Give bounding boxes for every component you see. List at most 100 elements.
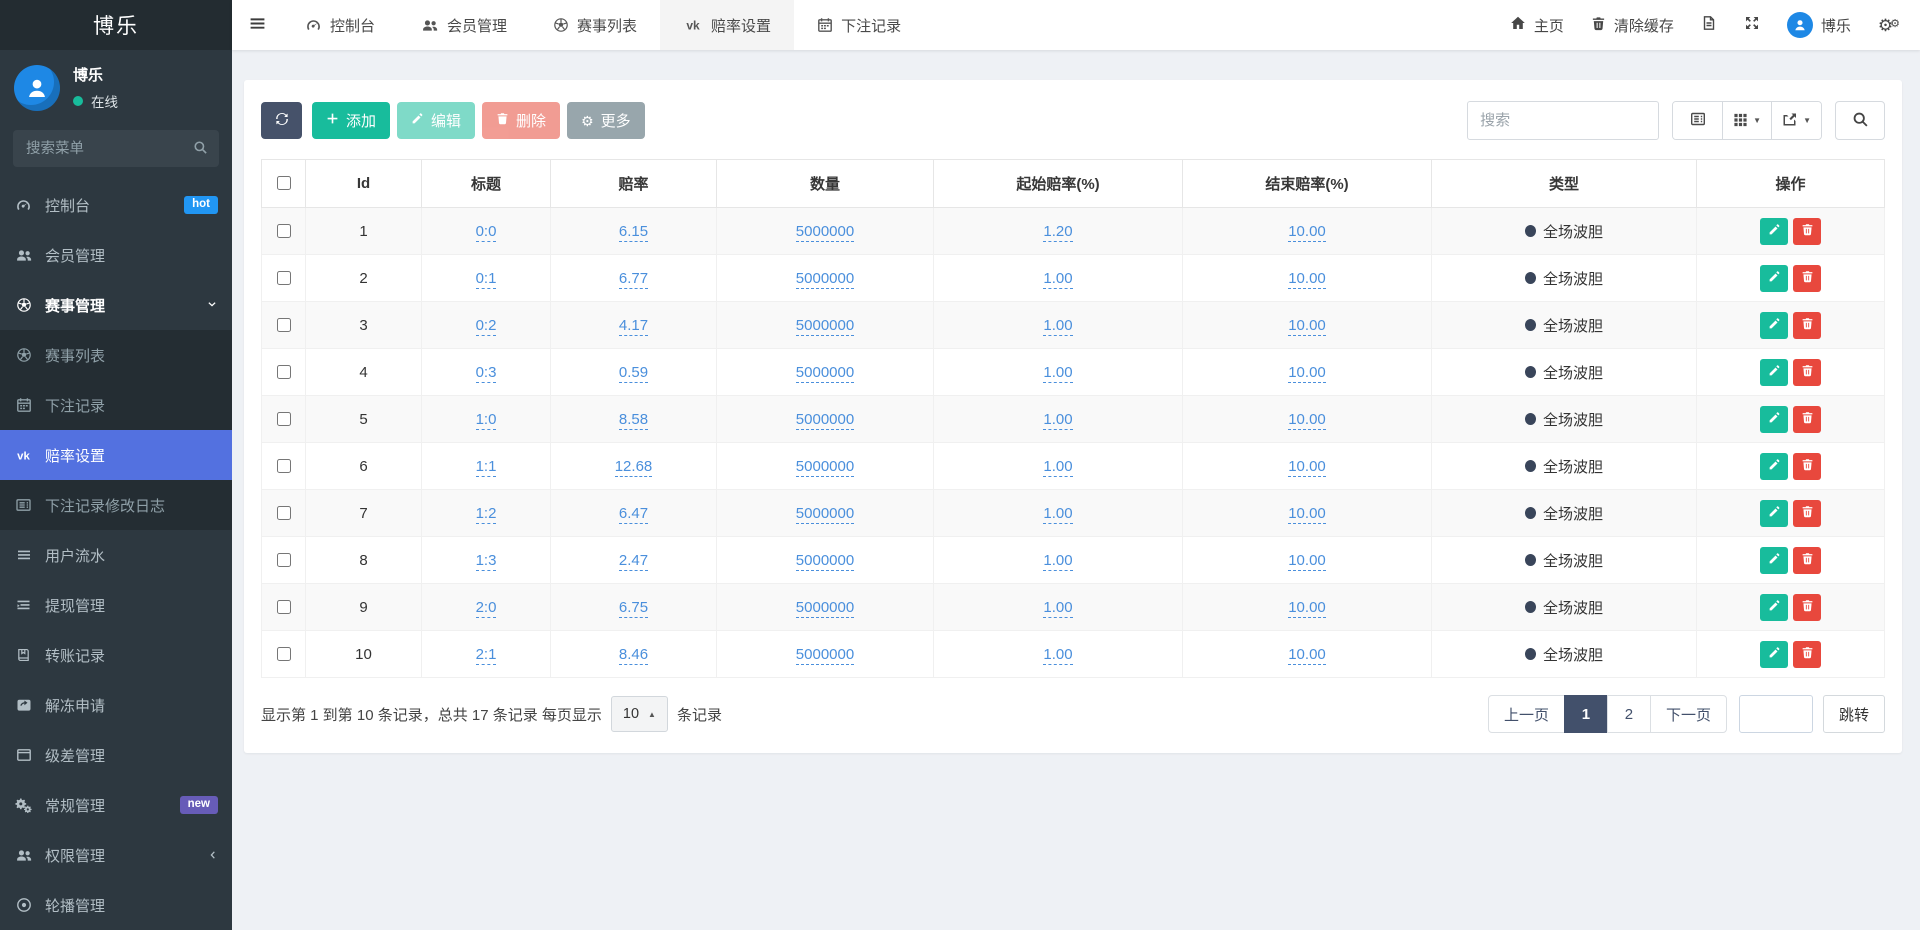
cell-end-odds-editable-link[interactable]: 10.00 bbox=[1288, 599, 1326, 618]
nav-tab-1[interactable]: 会员管理 bbox=[398, 0, 530, 50]
row-edit-button[interactable] bbox=[1760, 406, 1788, 433]
sidebar-item-6[interactable]: 下注记录修改日志 bbox=[0, 480, 232, 530]
row-delete-button[interactable] bbox=[1793, 359, 1821, 386]
row-delete-button[interactable] bbox=[1793, 312, 1821, 339]
page-size-select[interactable]: 10 ▲ bbox=[611, 696, 668, 732]
sidebar-item-8[interactable]: 提现管理 bbox=[0, 580, 232, 630]
cell-title-editable-link[interactable]: 0:2 bbox=[476, 317, 497, 336]
cell-end-odds-editable-link[interactable]: 10.00 bbox=[1288, 317, 1326, 336]
sidebar-item-13[interactable]: 权限管理 bbox=[0, 830, 232, 880]
cell-title-editable-link[interactable]: 1:1 bbox=[476, 458, 497, 477]
row-edit-button[interactable] bbox=[1760, 359, 1788, 386]
row-checkbox[interactable] bbox=[277, 365, 291, 379]
row-checkbox[interactable] bbox=[277, 318, 291, 332]
sidebar-search-input[interactable] bbox=[13, 130, 219, 167]
sidebar-item-5[interactable]: vk赔率设置 bbox=[0, 430, 232, 480]
select-all-checkbox[interactable] bbox=[277, 176, 291, 190]
cell-end-odds-editable-link[interactable]: 10.00 bbox=[1288, 646, 1326, 665]
cell-title-editable-link[interactable]: 1:3 bbox=[476, 552, 497, 571]
cell-odds-editable-link[interactable]: 6.75 bbox=[619, 599, 648, 618]
cell-start-odds-editable-link[interactable]: 1.00 bbox=[1043, 458, 1072, 477]
refresh-button[interactable] bbox=[261, 102, 302, 139]
cell-title-editable-link[interactable]: 2:0 bbox=[476, 599, 497, 618]
table-search-input[interactable] bbox=[1467, 101, 1659, 140]
nav-tab-2[interactable]: 赛事列表 bbox=[530, 0, 660, 50]
sidebar-item-11[interactable]: 级差管理 bbox=[0, 730, 232, 780]
nav-tab-0[interactable]: 控制台 bbox=[282, 0, 398, 50]
row-checkbox[interactable] bbox=[277, 271, 291, 285]
nav-tab-3[interactable]: vk赔率设置 bbox=[660, 0, 794, 50]
cell-odds-editable-link[interactable]: 8.46 bbox=[619, 646, 648, 665]
row-delete-button[interactable] bbox=[1793, 453, 1821, 480]
cell-title-editable-link[interactable]: 0:3 bbox=[476, 364, 497, 383]
cell-quantity-editable-link[interactable]: 5000000 bbox=[796, 505, 854, 524]
cell-start-odds-editable-link[interactable]: 1.00 bbox=[1043, 599, 1072, 618]
row-delete-button[interactable] bbox=[1793, 218, 1821, 245]
cell-quantity-editable-link[interactable]: 5000000 bbox=[796, 458, 854, 477]
sidebar-item-2[interactable]: 赛事管理 bbox=[0, 280, 232, 330]
cell-quantity-editable-link[interactable]: 5000000 bbox=[796, 317, 854, 336]
search-submit-button[interactable] bbox=[1835, 101, 1885, 140]
row-delete-button[interactable] bbox=[1793, 594, 1821, 621]
user-menu[interactable]: 博乐 bbox=[1787, 12, 1851, 38]
cell-odds-editable-link[interactable]: 4.17 bbox=[619, 317, 648, 336]
prev-page-button[interactable]: 上一页 bbox=[1488, 695, 1565, 733]
cell-odds-editable-link[interactable]: 6.15 bbox=[619, 223, 648, 242]
row-checkbox[interactable] bbox=[277, 506, 291, 520]
sidebar-item-0[interactable]: 控制台hot bbox=[0, 180, 232, 230]
cell-quantity-editable-link[interactable]: 5000000 bbox=[796, 364, 854, 383]
cell-quantity-editable-link[interactable]: 5000000 bbox=[796, 552, 854, 571]
delete-button[interactable]: 删除 bbox=[482, 102, 560, 139]
row-edit-button[interactable] bbox=[1760, 641, 1788, 668]
cell-quantity-editable-link[interactable]: 5000000 bbox=[796, 646, 854, 665]
cell-end-odds-editable-link[interactable]: 10.00 bbox=[1288, 458, 1326, 477]
row-checkbox[interactable] bbox=[277, 553, 291, 567]
cell-quantity-editable-link[interactable]: 5000000 bbox=[796, 411, 854, 430]
cell-start-odds-editable-link[interactable]: 1.00 bbox=[1043, 646, 1072, 665]
page-number-button-2[interactable]: 2 bbox=[1607, 695, 1651, 733]
cell-end-odds-editable-link[interactable]: 10.00 bbox=[1288, 364, 1326, 383]
sidebar-item-1[interactable]: 会员管理 bbox=[0, 230, 232, 280]
cell-start-odds-editable-link[interactable]: 1.00 bbox=[1043, 505, 1072, 524]
row-checkbox[interactable] bbox=[277, 224, 291, 238]
row-checkbox[interactable] bbox=[277, 412, 291, 426]
sidebar-item-14[interactable]: 轮播管理 bbox=[0, 880, 232, 930]
row-edit-button[interactable] bbox=[1760, 312, 1788, 339]
export-button[interactable]: ▼ bbox=[1771, 102, 1821, 139]
cell-title-editable-link[interactable]: 2:1 bbox=[476, 646, 497, 665]
cell-end-odds-editable-link[interactable]: 10.00 bbox=[1288, 411, 1326, 430]
cell-title-editable-link[interactable]: 1:0 bbox=[476, 411, 497, 430]
jump-button[interactable]: 跳转 bbox=[1823, 695, 1885, 733]
cell-odds-editable-link[interactable]: 12.68 bbox=[615, 458, 653, 477]
jump-page-input[interactable] bbox=[1739, 695, 1813, 733]
cell-end-odds-editable-link[interactable]: 10.00 bbox=[1288, 552, 1326, 571]
toggle-view-button[interactable] bbox=[1673, 102, 1722, 139]
cell-odds-editable-link[interactable]: 6.77 bbox=[619, 270, 648, 289]
sidebar-item-10[interactable]: 解冻申请 bbox=[0, 680, 232, 730]
cell-quantity-editable-link[interactable]: 5000000 bbox=[796, 223, 854, 242]
cell-start-odds-editable-link[interactable]: 1.00 bbox=[1043, 317, 1072, 336]
cell-odds-editable-link[interactable]: 2.47 bbox=[619, 552, 648, 571]
row-edit-button[interactable] bbox=[1760, 265, 1788, 292]
cell-odds-editable-link[interactable]: 6.47 bbox=[619, 505, 648, 524]
row-delete-button[interactable] bbox=[1793, 406, 1821, 433]
add-button[interactable]: 添加 bbox=[312, 102, 390, 139]
row-delete-button[interactable] bbox=[1793, 265, 1821, 292]
row-checkbox[interactable] bbox=[277, 647, 291, 661]
nav-tab-4[interactable]: 下注记录 bbox=[794, 0, 924, 50]
row-edit-button[interactable] bbox=[1760, 500, 1788, 527]
page-number-button-1[interactable]: 1 bbox=[1564, 695, 1608, 733]
next-page-button[interactable]: 下一页 bbox=[1650, 695, 1727, 733]
columns-button[interactable]: ▼ bbox=[1722, 102, 1771, 139]
edit-button[interactable]: 编辑 bbox=[397, 102, 475, 139]
home-link[interactable]: 主页 bbox=[1510, 15, 1564, 36]
cell-odds-editable-link[interactable]: 0.59 bbox=[619, 364, 648, 383]
cell-end-odds-editable-link[interactable]: 10.00 bbox=[1288, 223, 1326, 242]
sidebar-item-3[interactable]: 赛事列表 bbox=[0, 330, 232, 380]
row-delete-button[interactable] bbox=[1793, 547, 1821, 574]
sidebar-item-12[interactable]: 常规管理new bbox=[0, 780, 232, 830]
sidebar-item-4[interactable]: 下注记录 bbox=[0, 380, 232, 430]
sidebar-item-7[interactable]: 用户流水 bbox=[0, 530, 232, 580]
row-edit-button[interactable] bbox=[1760, 453, 1788, 480]
row-edit-button[interactable] bbox=[1760, 218, 1788, 245]
